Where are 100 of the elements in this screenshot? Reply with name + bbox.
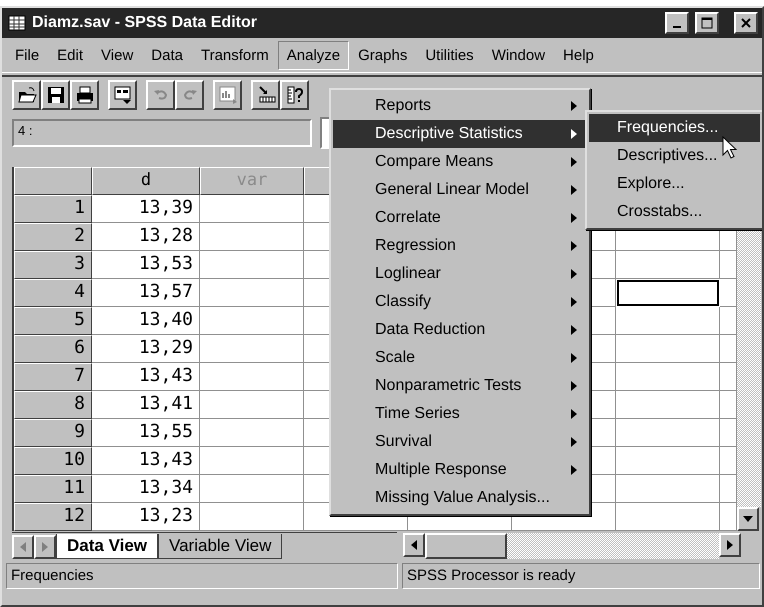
table-cell[interactable] bbox=[616, 335, 720, 363]
scroll-right-button[interactable] bbox=[719, 533, 741, 557]
chart-icon bbox=[218, 85, 238, 105]
row-header[interactable]: 8 bbox=[14, 391, 92, 419]
table-cell[interactable] bbox=[200, 503, 304, 531]
table-cell[interactable] bbox=[616, 307, 720, 335]
menu-item[interactable]: Loglinear bbox=[333, 260, 587, 288]
table-cell[interactable] bbox=[200, 447, 304, 475]
menu-item[interactable]: Data Reduction bbox=[333, 316, 587, 344]
menu-item[interactable]: Frequencies... bbox=[589, 114, 760, 142]
table-cell[interactable]: 13,39 bbox=[92, 195, 200, 223]
tab-scroll-left-button[interactable] bbox=[12, 534, 34, 558]
dialog-recall-button[interactable] bbox=[108, 80, 137, 110]
menu-item[interactable]: General Linear Model bbox=[333, 176, 587, 204]
menu-item[interactable]: Data bbox=[142, 40, 192, 70]
scroll-down-button[interactable] bbox=[737, 507, 759, 531]
table-cell[interactable]: 13,43 bbox=[92, 363, 200, 391]
menu-item[interactable]: Correlate bbox=[333, 204, 587, 232]
table-cell[interactable]: 13,55 bbox=[92, 419, 200, 447]
table-cell[interactable] bbox=[616, 419, 720, 447]
open-button[interactable] bbox=[12, 80, 41, 110]
table-cell[interactable]: 13,57 bbox=[92, 279, 200, 307]
menu-item[interactable]: Compare Means bbox=[333, 148, 587, 176]
row-header[interactable]: 3 bbox=[14, 251, 92, 279]
close-button[interactable] bbox=[734, 12, 758, 34]
left-arrow-icon bbox=[20, 542, 26, 552]
row-header[interactable]: 12 bbox=[14, 503, 92, 531]
minimize-button[interactable] bbox=[665, 12, 689, 34]
table-cell[interactable] bbox=[616, 363, 720, 391]
menu-item[interactable]: Time Series bbox=[333, 400, 587, 428]
save-button[interactable] bbox=[41, 80, 70, 110]
table-cell[interactable]: 13,40 bbox=[92, 307, 200, 335]
table-cell[interactable] bbox=[616, 391, 720, 419]
menu-item[interactable]: Descriptive Statistics bbox=[333, 120, 587, 148]
row-header[interactable]: 5 bbox=[14, 307, 92, 335]
table-cell[interactable]: 13,34 bbox=[92, 475, 200, 503]
menu-item[interactable]: Regression bbox=[333, 232, 587, 260]
row-header[interactable]: 2 bbox=[14, 223, 92, 251]
variables-button[interactable] bbox=[280, 80, 309, 110]
row-header[interactable]: 9 bbox=[14, 419, 92, 447]
menu-item[interactable]: Crosstabs... bbox=[589, 198, 760, 226]
menu-item[interactable]: Survival bbox=[333, 428, 587, 456]
tab-scroll-right-button[interactable] bbox=[34, 534, 56, 558]
menu-item[interactable]: Transform bbox=[192, 40, 278, 70]
table-cell[interactable] bbox=[200, 475, 304, 503]
maximize-button[interactable] bbox=[695, 12, 719, 34]
table-cell[interactable]: 13,53 bbox=[92, 251, 200, 279]
table-cell[interactable] bbox=[617, 280, 719, 306]
menu-item[interactable]: Multiple Response bbox=[333, 456, 587, 484]
row-header[interactable]: 10 bbox=[14, 447, 92, 475]
menu-item[interactable]: Window bbox=[482, 40, 554, 70]
print-button[interactable] bbox=[70, 80, 99, 110]
row-header[interactable]: 1 bbox=[14, 195, 92, 223]
menu-item[interactable]: Utilities bbox=[416, 40, 483, 70]
table-cell[interactable]: 13,41 bbox=[92, 391, 200, 419]
table-cell[interactable] bbox=[200, 419, 304, 447]
ruler-question-icon bbox=[284, 85, 304, 105]
menu-item[interactable]: Graphs bbox=[349, 40, 416, 70]
table-cell[interactable] bbox=[200, 391, 304, 419]
table-cell[interactable] bbox=[200, 195, 304, 223]
row-header[interactable]: 4 bbox=[14, 279, 92, 307]
menu-item[interactable]: Reports bbox=[333, 92, 587, 120]
tab[interactable]: Data View bbox=[56, 534, 158, 559]
table-cell[interactable] bbox=[616, 503, 720, 531]
table-cell[interactable] bbox=[200, 363, 304, 391]
menu-item[interactable]: Missing Value Analysis... bbox=[333, 484, 587, 512]
scroll-left-button[interactable] bbox=[403, 533, 425, 557]
table-cell[interactable] bbox=[200, 251, 304, 279]
menu-item[interactable]: View bbox=[92, 40, 142, 70]
row-header[interactable]: 11 bbox=[14, 475, 92, 503]
table-cell[interactable]: 13,23 bbox=[92, 503, 200, 531]
table-cell[interactable] bbox=[616, 447, 720, 475]
scrollbar-thumb[interactable] bbox=[425, 533, 507, 559]
processor-status: SPSS Processor is ready bbox=[402, 563, 760, 589]
status-message: Frequencies bbox=[6, 563, 398, 589]
menu-item[interactable]: Nonparametric Tests bbox=[333, 372, 587, 400]
table-cell[interactable]: 13,43 bbox=[92, 447, 200, 475]
menu-item[interactable]: Edit bbox=[48, 40, 92, 70]
menu-item[interactable]: Scale bbox=[333, 344, 587, 372]
column-header[interactable]: d bbox=[92, 167, 200, 195]
table-cell[interactable] bbox=[616, 251, 720, 279]
table-cell[interactable] bbox=[200, 223, 304, 251]
menu-item[interactable]: Descriptives... bbox=[589, 142, 760, 170]
table-cell[interactable]: 13,29 bbox=[92, 335, 200, 363]
menu-item[interactable]: Explore... bbox=[589, 170, 760, 198]
menu-item[interactable]: File bbox=[6, 40, 48, 70]
goto-case-button[interactable] bbox=[251, 80, 280, 110]
table-cell[interactable]: 13,28 bbox=[92, 223, 200, 251]
dialog-icon bbox=[112, 85, 132, 105]
tab[interactable]: Variable View bbox=[158, 534, 282, 559]
table-cell[interactable] bbox=[616, 475, 720, 503]
row-header[interactable]: 6 bbox=[14, 335, 92, 363]
table-cell[interactable] bbox=[200, 335, 304, 363]
table-cell[interactable] bbox=[200, 279, 304, 307]
menu-item[interactable]: Classify bbox=[333, 288, 587, 316]
menu-item[interactable]: Analyze bbox=[278, 40, 350, 70]
table-cell[interactable] bbox=[200, 307, 304, 335]
menu-item[interactable]: Help bbox=[554, 40, 603, 70]
cell-reference-field[interactable]: 4 : bbox=[12, 119, 312, 147]
row-header[interactable]: 7 bbox=[14, 363, 92, 391]
